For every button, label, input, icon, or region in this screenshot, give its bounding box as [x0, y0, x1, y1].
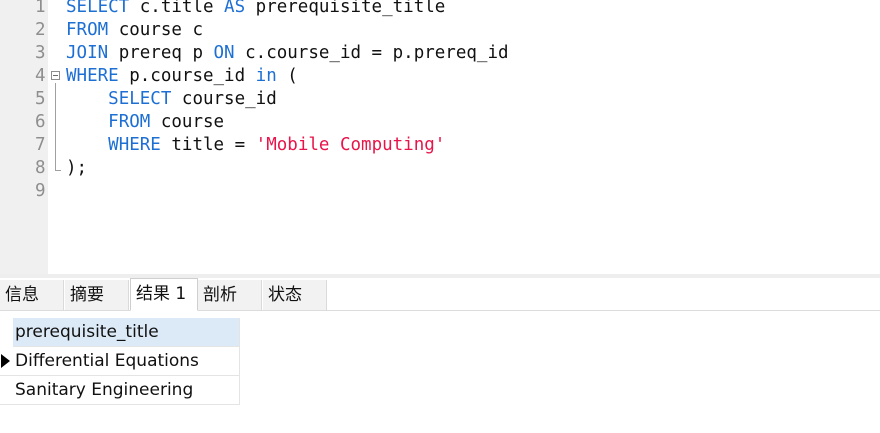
line-number-text: 3	[35, 43, 46, 63]
code-line[interactable]: 2 FROM course c	[0, 19, 880, 42]
line-number: 3	[0, 42, 46, 65]
fold-guide	[55, 83, 56, 170]
line-number: 5	[0, 88, 46, 111]
current-row-marker-icon	[1, 354, 10, 368]
sql-keyword: in	[255, 66, 277, 86]
fold-guide-end	[55, 170, 61, 171]
code-line[interactable]: 6 FROM course	[0, 111, 880, 134]
line-number-text: 9	[35, 181, 46, 201]
code-line[interactable]: 3 JOIN prereq p ON c.course_id = p.prereq…	[0, 42, 880, 65]
code-line[interactable]: 8);	[0, 157, 880, 180]
line-number: 1	[0, 0, 46, 19]
sql-text: c.course_id = p.prereq_id	[234, 43, 509, 63]
code-text: JOIN prereq p ON c.course_id = p.prereq_…	[66, 42, 509, 65]
sql-keyword: SELECT	[66, 0, 130, 17]
sql-text: c.title	[129, 0, 225, 17]
sql-text: course	[150, 112, 225, 132]
sql-keyword: JOIN	[66, 43, 109, 63]
sql-keyword: WHERE	[66, 66, 119, 86]
sql-keyword: FROM	[108, 112, 151, 132]
sql-keyword: ON	[213, 43, 235, 63]
tab-status[interactable]: 状态	[263, 280, 327, 310]
sql-string: 'Mobile Computing'	[255, 135, 446, 155]
tab-info[interactable]: 信息	[0, 280, 64, 310]
sql-keyword: AS	[224, 0, 246, 17]
table-cell[interactable]: Differential Equations	[13, 347, 240, 376]
sql-text: );	[66, 158, 88, 178]
row-header[interactable]	[0, 376, 13, 405]
sql-text: p.course_id	[118, 66, 256, 86]
tab-result-1[interactable]: 结果 1	[130, 278, 198, 311]
line-number-text: 8	[35, 158, 46, 178]
fold-collapse-icon[interactable]	[51, 71, 60, 80]
line-number: 6	[0, 111, 46, 134]
line-number-text: 1	[35, 0, 46, 17]
column-header-prerequisite-title[interactable]: prerequisite_title	[13, 318, 240, 347]
sql-text: course c	[108, 20, 203, 40]
code-text: SELECT c.title AS prerequisite_title	[66, 0, 445, 19]
sql-editor[interactable]: 1 SELECT c.title AS prerequisite_title 2 FR…	[0, 0, 880, 274]
code-text: WHERE p.course_id in (	[66, 65, 298, 88]
sql-text: course_id	[171, 89, 277, 109]
line-number: 8	[0, 157, 46, 180]
line-number-text: 2	[35, 20, 46, 40]
line-number-text: 6	[35, 112, 46, 132]
code-text: WHERE title = 'Mobile Computing'	[66, 134, 445, 157]
code-text: FROM course	[66, 111, 224, 134]
code-line[interactable]: 9	[0, 180, 880, 203]
tab-profile[interactable]: 剖析	[198, 280, 262, 310]
sql-text: prereq p	[108, 43, 214, 63]
result-tabbar: 信息 摘要 结果 1 剖析 状态	[0, 278, 880, 311]
line-number-text: 4	[35, 66, 46, 86]
sql-keyword: SELECT	[108, 89, 172, 109]
code-line[interactable]: 7 WHERE title = 'Mobile Computing'	[0, 134, 880, 157]
line-number: 9	[0, 180, 46, 203]
sql-text: (	[276, 66, 298, 86]
sql-keyword: WHERE	[108, 135, 161, 155]
line-number: 2	[0, 19, 46, 42]
table-cell[interactable]: Sanitary Engineering	[13, 376, 240, 405]
code-text: SELECT course_id	[66, 88, 277, 111]
sql-text: prerequisite_title	[245, 0, 446, 17]
sql-text: title =	[160, 135, 256, 155]
tab-summary[interactable]: 摘要	[65, 280, 129, 310]
code-text: );	[66, 157, 87, 180]
code-line[interactable]: 4 WHERE p.course_id in (	[0, 65, 880, 88]
line-number-text: 5	[35, 89, 46, 109]
code-text: FROM course c	[66, 19, 203, 42]
line-number-text: 7	[35, 135, 46, 155]
code-line[interactable]: 5 SELECT course_id	[0, 88, 880, 111]
line-number: 7	[0, 134, 46, 157]
code-line[interactable]: 1 SELECT c.title AS prerequisite_title	[0, 0, 880, 19]
line-number: 4	[0, 65, 46, 88]
sql-keyword: FROM	[66, 20, 109, 40]
